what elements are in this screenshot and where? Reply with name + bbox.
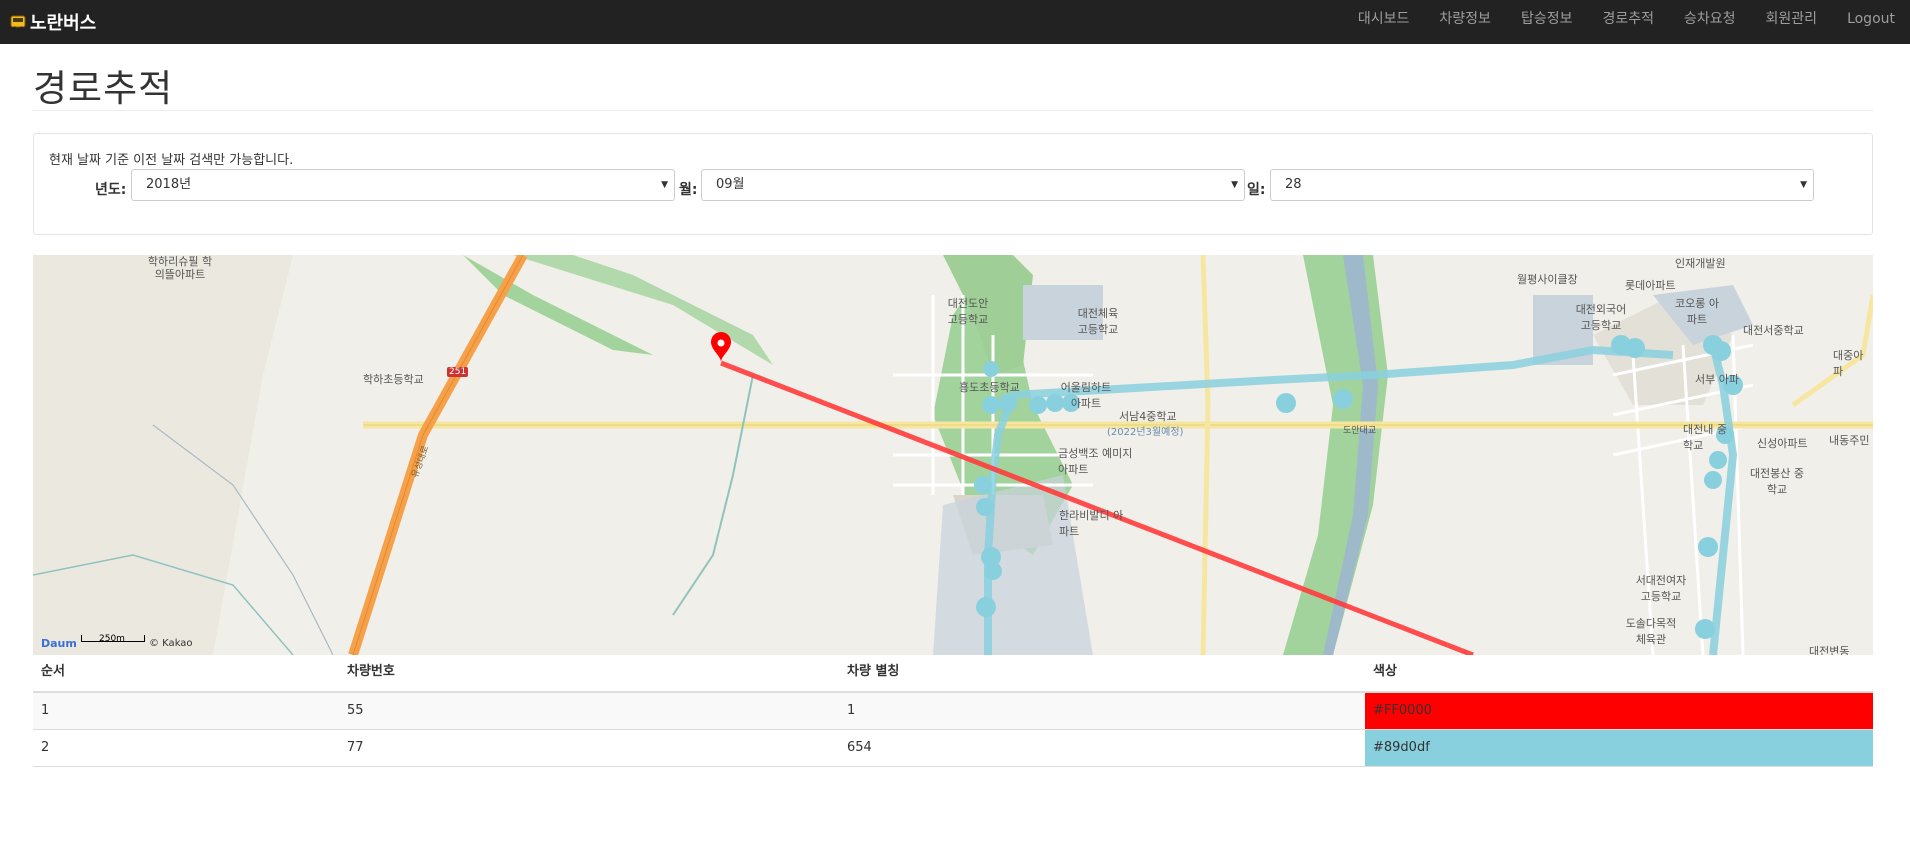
place-label: 대전내 중학교 <box>1683 423 1727 452</box>
map-copyright: © Kakao <box>149 638 193 649</box>
date-search-panel: 현재 날짜 기준 이전 날짜 검색만 가능합니다. 년도: 2018년 ▼ 월:… <box>33 133 1873 235</box>
header-vehicle-alias: 차량 별칭 <box>847 664 900 679</box>
place-label: (2022년3월예정) <box>1107 427 1184 438</box>
nav-logout[interactable]: Logout <box>1832 0 1910 44</box>
nav-route-tracking[interactable]: 경로추적 <box>1587 0 1669 44</box>
brand-name: 노란버스 <box>30 13 97 34</box>
year-select[interactable]: 2018년 ▼ <box>131 169 675 201</box>
cell-vehicle-alias: 1 <box>847 703 856 718</box>
cell-order: 2 <box>41 740 50 755</box>
place-label: 대전봉산 중학교 <box>1749 467 1805 496</box>
header-order: 순서 <box>41 664 65 679</box>
chevron-down-icon: ▼ <box>661 180 668 190</box>
nav-ride-request[interactable]: 승차요청 <box>1669 0 1751 44</box>
nav-vehicle-info[interactable]: 차량정보 <box>1424 0 1506 44</box>
place-label: 롯데아파트 <box>1625 279 1676 292</box>
place-label: 대전변동 <box>1809 645 1850 655</box>
cell-order: 1 <box>41 703 50 718</box>
place-label: 서대전여자 고등학교 <box>1635 574 1687 603</box>
place-label: 대전외국어 고등학교 <box>1575 303 1627 332</box>
place-label: 신성아파트 <box>1757 437 1808 450</box>
chevron-down-icon: ▼ <box>1231 180 1238 190</box>
day-select-value: 28 <box>1285 177 1302 192</box>
place-label: 흥도초등학교 <box>959 381 1020 394</box>
header-vehicle-number: 차량번호 <box>347 664 395 679</box>
place-label: 대전도안 고등학교 <box>947 297 989 326</box>
place-label: 인재개발원 <box>1675 257 1726 270</box>
place-label: 서부 아파 <box>1695 373 1739 386</box>
navbar: 노란버스 대시보드 차량정보 탑승정보 경로추적 승차요청 회원관리 Logou… <box>0 0 1910 44</box>
title-divider <box>33 110 1873 111</box>
place-label: 어울림하트 아파트 <box>1060 381 1112 410</box>
cell-color: #89d0df <box>1365 730 1873 766</box>
place-label: 월평사이클장 <box>1517 273 1578 286</box>
nav-dashboard[interactable]: 대시보드 <box>1343 0 1425 44</box>
bus-icon <box>10 15 26 30</box>
month-select[interactable]: 09월 ▼ <box>701 169 1245 201</box>
place-label: 대중아파 <box>1833 349 1864 378</box>
place-label: 금성백조 예미지아파트 <box>1058 447 1133 476</box>
table-row: 2 77 654 #89d0df <box>33 730 1873 767</box>
place-label: 서남4중학교 <box>1119 410 1177 423</box>
place-label: 도솔다목적 체육관 <box>1625 617 1677 646</box>
day-label: 일: <box>1247 182 1266 198</box>
page-title: 경로추적 <box>33 67 174 110</box>
place-label: 내동주민 <box>1829 434 1870 447</box>
brand-link[interactable]: 노란버스 <box>10 8 96 36</box>
cell-vehicle-number: 55 <box>347 703 364 718</box>
year-select-value: 2018년 <box>146 177 192 192</box>
nav-menu: 대시보드 차량정보 탑승정보 경로추적 승차요청 회원관리 Logout <box>1343 0 1910 44</box>
day-select[interactable]: 28 ▼ <box>1270 169 1814 201</box>
chevron-down-icon: ▼ <box>1800 180 1807 190</box>
place-label: 한라비발디 아파트 <box>1059 509 1124 538</box>
month-select-value: 09월 <box>716 177 745 192</box>
search-notice: 현재 날짜 기준 이전 날짜 검색만 가능합니다. <box>49 153 294 168</box>
place-label: 학하리슈필 학의뜰아파트 <box>147 255 213 281</box>
month-label: 월: <box>679 182 698 198</box>
place-label: 도안대교 <box>1343 426 1377 436</box>
table-row: 1 55 1 #FF0000 <box>33 693 1873 730</box>
place-label: 학하초등학교 <box>363 373 424 386</box>
nav-member-management[interactable]: 회원관리 <box>1751 0 1833 44</box>
place-label: 대전체육 고등학교 <box>1077 307 1119 336</box>
daum-logo: Daum <box>41 637 77 650</box>
vehicle-route-table: 순서 차량번호 차량 별칭 색상 1 55 1 #FF0000 2 77 654… <box>33 655 1873 767</box>
header-color: 색상 <box>1373 664 1397 679</box>
place-label: 대전서중학교 <box>1743 324 1804 337</box>
highway-shield: 251 <box>447 367 469 377</box>
cell-vehicle-number: 77 <box>347 740 364 755</box>
scale-label: 250m <box>99 634 125 644</box>
cell-color: #FF0000 <box>1365 693 1873 729</box>
year-label: 년도: <box>95 182 127 198</box>
route-map[interactable]: 학하리슈필 학의뜰아파트 학하초등학교 대전도안 고등학교 대전체육 고등학교 … <box>33 255 1873 655</box>
place-label: 코오롱 아파트 <box>1675 297 1719 326</box>
table-header: 순서 차량번호 차량 별칭 색상 <box>33 655 1873 693</box>
nav-boarding-info[interactable]: 탑승정보 <box>1506 0 1588 44</box>
cell-vehicle-alias: 654 <box>847 740 872 755</box>
